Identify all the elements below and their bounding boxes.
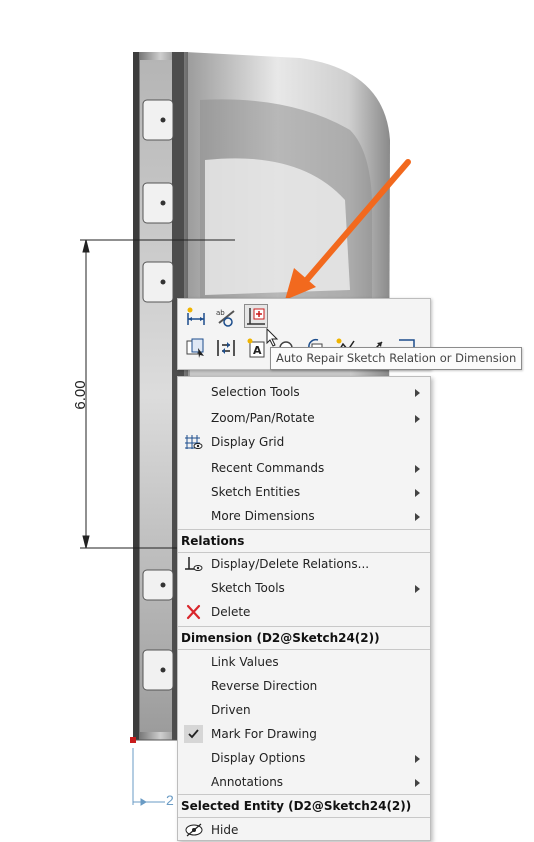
bottom-dimension[interactable] (132, 748, 165, 806)
menu-item-mark-for-drawing[interactable]: Mark For Drawing (178, 722, 430, 746)
menu-item-annotations[interactable]: Annotations (178, 770, 430, 794)
menu-item-zoom-pan-rotate[interactable]: Zoom/Pan/Rotate (178, 406, 430, 430)
select-other-icon[interactable] (184, 336, 208, 360)
menu-item-display-options[interactable]: Display Options (178, 746, 430, 770)
note-icon[interactable]: A (244, 336, 268, 360)
menu-item-sketch-entities[interactable]: Sketch Entities (178, 480, 430, 504)
flip-dimension-icon[interactable] (214, 336, 238, 360)
menu-item-display-grid[interactable]: Display Grid (178, 430, 430, 454)
svg-text:ab: ab (216, 309, 225, 317)
submenu-arrow-icon (415, 585, 420, 593)
relations-icon (184, 555, 204, 573)
grid-icon (184, 433, 204, 451)
tooltip: Auto Repair Sketch Relation or Dimension (270, 347, 523, 370)
menu-item-sketch-tools[interactable]: Sketch Tools (178, 576, 430, 600)
submenu-arrow-icon (415, 513, 420, 521)
smart-dimension-icon[interactable] (184, 305, 208, 329)
section-header-selected-entity: Selected Entity (D2@Sketch24(2)) (178, 794, 430, 818)
section-header-relations: Relations (178, 529, 430, 553)
menu-item-selection-tools[interactable]: Selection Tools (178, 380, 430, 404)
submenu-arrow-icon (415, 779, 420, 787)
dimension-value[interactable]: 6.00 (72, 380, 89, 409)
menu-item-display-delete-relations[interactable]: Display/Delete Relations... (178, 552, 430, 576)
menu-item-link-values[interactable]: Link Values (178, 650, 430, 674)
menu-item-recent-commands[interactable]: Recent Commands (178, 456, 430, 480)
dimxpert-icon[interactable]: ab (214, 305, 238, 329)
submenu-arrow-icon (415, 489, 420, 497)
submenu-arrow-icon (415, 465, 420, 473)
auto-repair-icon[interactable] (244, 304, 268, 328)
bottom-dimension-value[interactable]: 2 (166, 792, 174, 808)
delete-x-icon (184, 603, 204, 621)
submenu-arrow-icon (415, 755, 420, 763)
submenu-arrow-icon (415, 415, 420, 423)
context-menu: Selection Tools Zoom/Pan/Rotate Display … (177, 376, 431, 841)
section-header-dimension: Dimension (D2@Sketch24(2)) (178, 626, 430, 650)
svg-text:A: A (253, 344, 262, 357)
submenu-arrow-icon (415, 389, 420, 397)
check-icon (184, 725, 203, 743)
menu-item-reverse-direction[interactable]: Reverse Direction (178, 674, 430, 698)
menu-item-driven[interactable]: Driven (178, 698, 430, 722)
mouse-cursor-icon (266, 328, 279, 347)
menu-item-hide[interactable]: Hide (178, 818, 430, 842)
menu-item-more-dimensions[interactable]: More Dimensions (178, 504, 430, 528)
menu-item-delete[interactable]: Delete (178, 600, 430, 624)
hide-eye-icon (184, 821, 204, 839)
